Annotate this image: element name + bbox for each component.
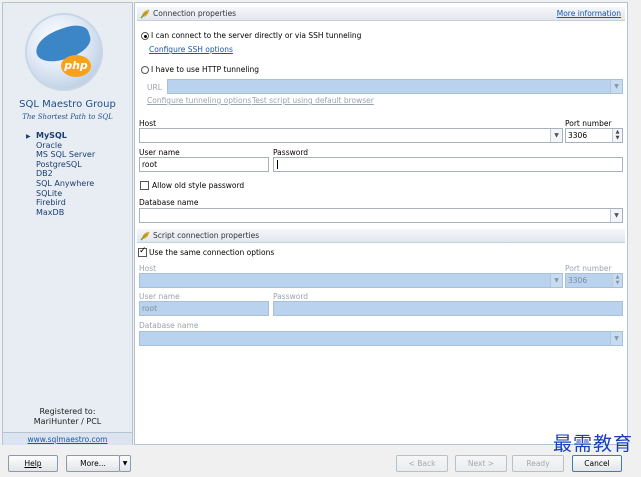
leaf-icon: [140, 231, 150, 241]
port-label: Port number: [565, 119, 612, 128]
script-properties-header: Script connection properties: [137, 229, 625, 243]
database-name-label: Database name: [139, 198, 199, 207]
next-button-label: Next >: [467, 459, 495, 468]
chevron-down-icon[interactable]: ▼: [610, 209, 622, 222]
db-item-db2[interactable]: DB2: [36, 169, 95, 179]
script-database-name-label: Database name: [139, 321, 199, 330]
chevron-down-icon[interactable]: ▼: [610, 80, 622, 93]
db-item-mssql[interactable]: MS SQL Server: [36, 150, 95, 160]
more-information-link[interactable]: More information: [557, 9, 621, 18]
spin-up-down-icon: ▲ ▼: [612, 274, 622, 287]
spin-up-down-icon[interactable]: ▲ ▼: [612, 129, 622, 142]
registration-info: Registered to: MariHunter / PCL: [3, 407, 132, 427]
sidebar: php SQL Maestro Group The Shortest Path …: [2, 2, 133, 445]
user-name-label: User name: [139, 148, 180, 157]
configure-ssh-link[interactable]: Configure SSH options: [149, 45, 233, 54]
url-label: URL: [147, 83, 162, 92]
db-item-oracle[interactable]: Oracle: [36, 141, 95, 151]
database-name-combobox[interactable]: ▼: [139, 208, 623, 223]
next-button: Next >: [455, 455, 507, 472]
registered-user: MariHunter / PCL: [33, 417, 102, 426]
ready-button-label: Ready: [526, 459, 550, 468]
more-button[interactable]: More...: [66, 455, 120, 472]
port-spinner[interactable]: 3306 ▲ ▼: [565, 128, 623, 143]
script-database-name-combobox: ▼: [139, 331, 623, 346]
host-label: Host: [139, 119, 157, 128]
database-list: MySQL Oracle MS SQL Server PostgreSQL DB…: [26, 131, 95, 218]
script-port-label: Port number: [565, 264, 612, 273]
cancel-button[interactable]: Cancel: [572, 455, 622, 472]
more-button-label: More...: [80, 459, 106, 468]
direct-connection-radio[interactable]: [141, 32, 149, 40]
db-item-sqlite[interactable]: SQLite: [36, 189, 95, 199]
cancel-button-label: Cancel: [584, 459, 610, 468]
more-dropdown-button[interactable]: ▼: [119, 455, 131, 472]
db-item-mysql[interactable]: MySQL: [26, 131, 95, 141]
watermark-text: 最需教育: [552, 433, 633, 455]
db-item-postgresql[interactable]: PostgreSQL: [36, 160, 95, 170]
script-password-input: [273, 301, 623, 316]
chevron-down-icon: ▼: [610, 332, 622, 345]
php-logo-text: php: [61, 55, 91, 77]
http-tunneling-label[interactable]: I have to use HTTP tunneling: [151, 65, 259, 74]
db-item-firebird[interactable]: Firebird: [36, 198, 95, 208]
help-button[interactable]: Help: [8, 455, 58, 472]
connection-properties-title: Connection properties: [153, 9, 237, 18]
company-name: SQL Maestro Group: [19, 99, 116, 110]
user-name-input[interactable]: root: [139, 157, 269, 172]
script-port-value: 3306: [568, 276, 588, 285]
password-label: Password: [273, 148, 309, 157]
script-port-spinner: 3306 ▲ ▼: [565, 273, 623, 288]
registered-label: Registered to:: [39, 407, 96, 416]
script-host-label: Host: [139, 264, 157, 273]
db-item-maxdb[interactable]: MaxDB: [36, 208, 95, 218]
script-host-combobox: ▼: [139, 273, 563, 288]
host-combobox[interactable]: ▼: [139, 128, 563, 143]
script-user-name-input: root: [139, 301, 269, 316]
configure-tunneling-link: Configure tunneling options: [147, 96, 252, 105]
test-script-link: Test script using default browser: [252, 96, 374, 105]
script-user-name-value: root: [142, 304, 158, 313]
help-button-label: Help: [24, 459, 42, 468]
script-password-label: Password: [273, 292, 309, 301]
same-connection-label[interactable]: Use the same connection options: [149, 248, 274, 257]
password-input[interactable]: [273, 157, 623, 172]
script-properties-title: Script connection properties: [153, 231, 260, 240]
old-style-password-label[interactable]: Allow old style password: [152, 181, 244, 190]
back-button: < Back: [396, 455, 448, 472]
leaf-icon: [140, 9, 150, 19]
text-caret: [277, 160, 278, 169]
connection-properties-header: Connection properties More information: [137, 7, 625, 21]
chevron-down-icon[interactable]: ▼: [550, 129, 562, 142]
direct-connection-label[interactable]: I can connect to the server directly or …: [151, 31, 361, 40]
company-tagline: The Shortest Path to SQL: [22, 113, 113, 121]
db-item-sql-anywhere[interactable]: SQL Anywhere: [36, 179, 95, 189]
same-connection-checkbox[interactable]: [138, 246, 147, 257]
dolphin-php-logo: php: [25, 13, 103, 91]
chevron-down-icon: ▼: [550, 274, 562, 287]
url-input[interactable]: ▼: [167, 79, 623, 94]
back-button-label: < Back: [408, 459, 436, 468]
http-tunneling-radio[interactable]: [141, 66, 149, 74]
user-name-value: root: [142, 160, 158, 169]
ready-button: Ready: [512, 455, 564, 472]
script-user-name-label: User name: [139, 292, 180, 301]
old-style-password-checkbox[interactable]: [140, 181, 149, 190]
port-value: 3306: [568, 131, 588, 140]
website-link[interactable]: www.sqlmaestro.com: [3, 432, 132, 445]
chevron-down-icon: ▼: [122, 460, 128, 467]
main-panel: Connection properties More information I…: [134, 2, 628, 445]
